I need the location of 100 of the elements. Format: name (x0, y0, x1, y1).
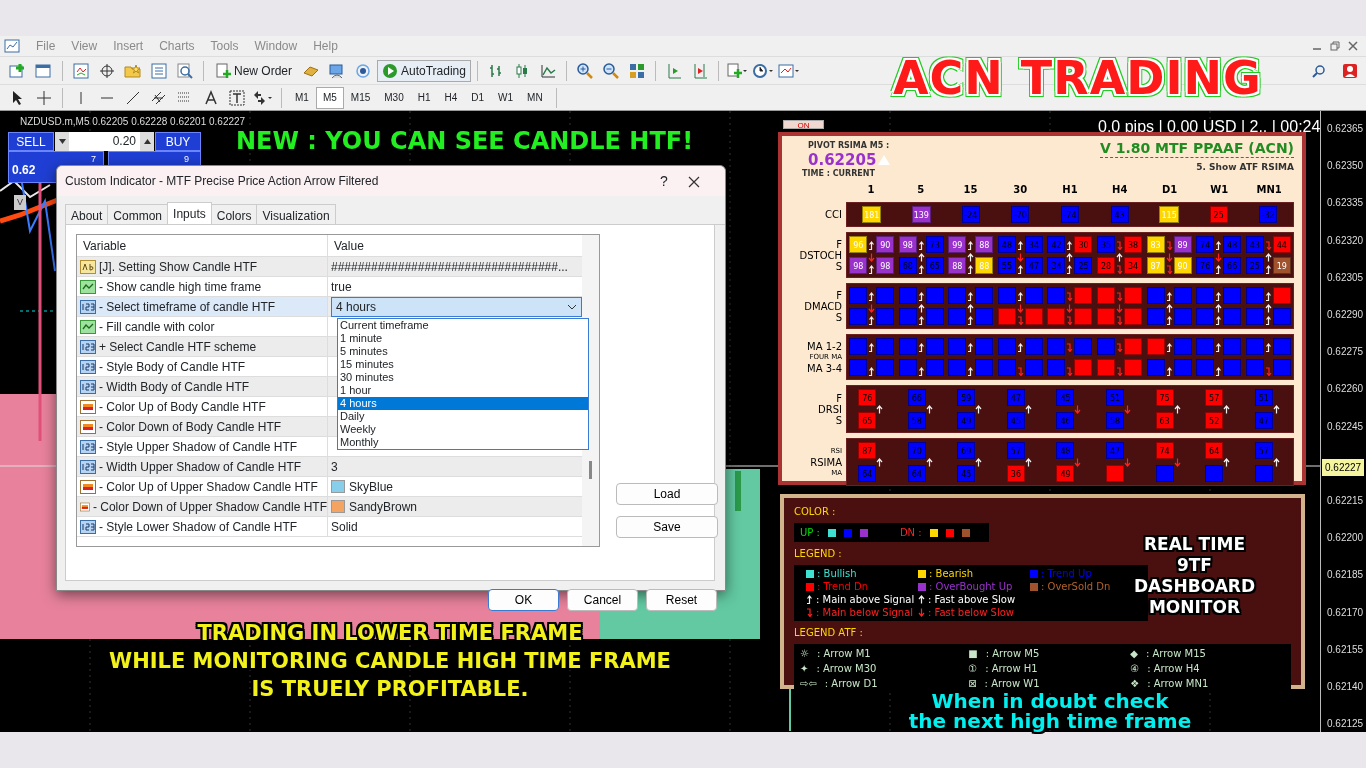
price-label: 0.62125 (1327, 717, 1364, 732)
column-header: Value (333, 237, 364, 255)
timeframe-header: H1 (1061, 183, 1079, 197)
indicator-value: 25 (1245, 257, 1264, 274)
parameter-value: ##################################... (331, 258, 568, 276)
indicator-value: 76 (858, 389, 877, 406)
indicator-value: 58 (1106, 412, 1125, 429)
arrow-symbol: ☼ (800, 647, 809, 661)
indicator-label: MA 1-2 (807, 340, 842, 352)
indicator-value: 36 (1006, 465, 1025, 482)
arrow-symbol: ⊠ (968, 677, 977, 691)
indicator-value: 65 (858, 412, 877, 429)
legend-heading: LEGEND ATF : (794, 626, 864, 640)
parameter-name: - Color Up of Body Candle HTF (99, 398, 266, 416)
indicator-value: 70 (907, 442, 926, 459)
indicator-value: 46 (1056, 412, 1075, 429)
indicator-label: F (836, 289, 842, 301)
indicator-value: 34 (1047, 257, 1066, 274)
indicator-value: 47 (1254, 412, 1273, 429)
banner-text: When in doubt check the next high time frame (907, 691, 1193, 731)
indicator-value: 45 (1006, 412, 1025, 429)
indicator-value: 76 (1196, 257, 1215, 274)
indicator-value: 55 (997, 257, 1016, 274)
indicator-value: 47 (1106, 442, 1125, 459)
indicator-value: 44 (1272, 236, 1291, 253)
indicator-value: 25 (1209, 206, 1228, 223)
timeframe-header: W1 (1209, 183, 1230, 197)
legend-text: : Main below Signal (816, 606, 914, 619)
parameter-value: SkyBlue (349, 478, 394, 496)
indicator-value: 98 (849, 257, 868, 274)
price-label: 0.62185 (1327, 568, 1364, 583)
indicator-value: 89 (1173, 236, 1192, 253)
arrow-symbol: ■ (968, 647, 978, 661)
parameter-name: - Width Upper Shadow of Candle HTF (99, 458, 302, 476)
sell-price: 0.62 (12, 162, 36, 179)
indicator-value: 30 (1074, 236, 1093, 253)
indicator-value: 74 (1196, 236, 1215, 253)
indicator-value: 64 (858, 465, 877, 482)
parameter-value: SandyBrown (349, 498, 418, 516)
price-digit: 7 (91, 153, 96, 166)
legend-text: : Main above Signal (816, 593, 915, 606)
price-label: 0.62140 (1327, 680, 1364, 694)
indicator-value: 64 (907, 465, 926, 482)
indicator-label: S (835, 414, 842, 426)
indicator-value: 88 (975, 236, 994, 253)
parameter-name: + Select Candle HTF scheme (99, 338, 257, 356)
banner-text: REAL TIME 9TF DASHBOARD MONITOR (1133, 534, 1255, 618)
indicator-label: F (836, 238, 842, 250)
parameter-name: - Show candle high time frame (99, 278, 262, 296)
parameter-value: 3 (331, 458, 338, 476)
pivot-value: 0.62205 (808, 152, 877, 168)
indicator-value: 19 (1272, 257, 1291, 274)
legend-text: : Trend Dn (817, 580, 869, 593)
timeframe-header: 1 (866, 183, 876, 197)
indicator-value: 49 (957, 412, 976, 429)
indicator-value: 57 (1254, 442, 1273, 459)
parameter-name: [J]. Setting Show Candle HTF (99, 258, 258, 276)
indicator-value: 28 (1097, 257, 1116, 274)
arrow-symbol: ④ (1130, 662, 1140, 676)
indicator-value: 69 (957, 442, 976, 459)
up-label: UP : (800, 526, 820, 540)
indicator-value: 42 (1047, 236, 1066, 253)
legend-text: : Bullish (817, 567, 857, 580)
indicator-value: 47 (1006, 389, 1025, 406)
column-header: Variable (77, 235, 328, 256)
timeframe-header: 5 (916, 183, 926, 197)
price-label: 0.62365 (1327, 122, 1364, 136)
indicator-label: RSIMA (810, 456, 842, 468)
indicator-value: 87 (858, 442, 877, 459)
parameter-name: - Color Down of Upper Shadow Candle HTF (92, 498, 327, 516)
indicator-label: S (835, 311, 842, 323)
indicator-value: 58 (907, 412, 926, 429)
indicator-value: 34 (1024, 236, 1043, 253)
legend-text: : Arrow M30 (816, 662, 877, 676)
timeframe-header: MN1 (1255, 183, 1283, 197)
banner-text: NEW : YOU CAN SEE CANDLE HTF! (236, 126, 694, 157)
indicator-value: 45 (1056, 389, 1075, 406)
indicator-value: 75 (1155, 389, 1174, 406)
indicator-value: -74 (1061, 206, 1079, 223)
indicator-value: 90 (876, 236, 895, 253)
timeframe-header: 15 (962, 183, 979, 197)
indicator-value: 25 (1074, 257, 1093, 274)
indicator-value: 35 (1097, 236, 1116, 253)
indicator-value: 68 (898, 257, 917, 274)
indicator-value: 64 (1205, 442, 1224, 459)
parameter-name: - Fill candle with color (99, 318, 215, 336)
arrow-symbol: ◆ (1130, 647, 1138, 661)
legend-text: : Arrow D1 (824, 677, 878, 691)
mode-label: 5. Show ATF RSIMA (1196, 161, 1294, 174)
indicator-value: 96 (849, 236, 868, 253)
arrow-symbol: ❖ (1130, 677, 1140, 691)
down-label: DN : (899, 526, 922, 540)
parameter-name: - Color Up of Upper Shadow Candle HTF (99, 478, 318, 496)
indicator-value: 43 (1245, 236, 1264, 253)
legend-heading: LEGEND : (794, 547, 843, 561)
price-label: 0.62275 (1327, 345, 1364, 360)
legend-text: : Arrow MN1 (1147, 677, 1209, 691)
indicator-value: 59 (957, 389, 976, 406)
indicator-value: 48 (997, 236, 1016, 253)
indicator-label: DSTOCH (799, 249, 842, 261)
